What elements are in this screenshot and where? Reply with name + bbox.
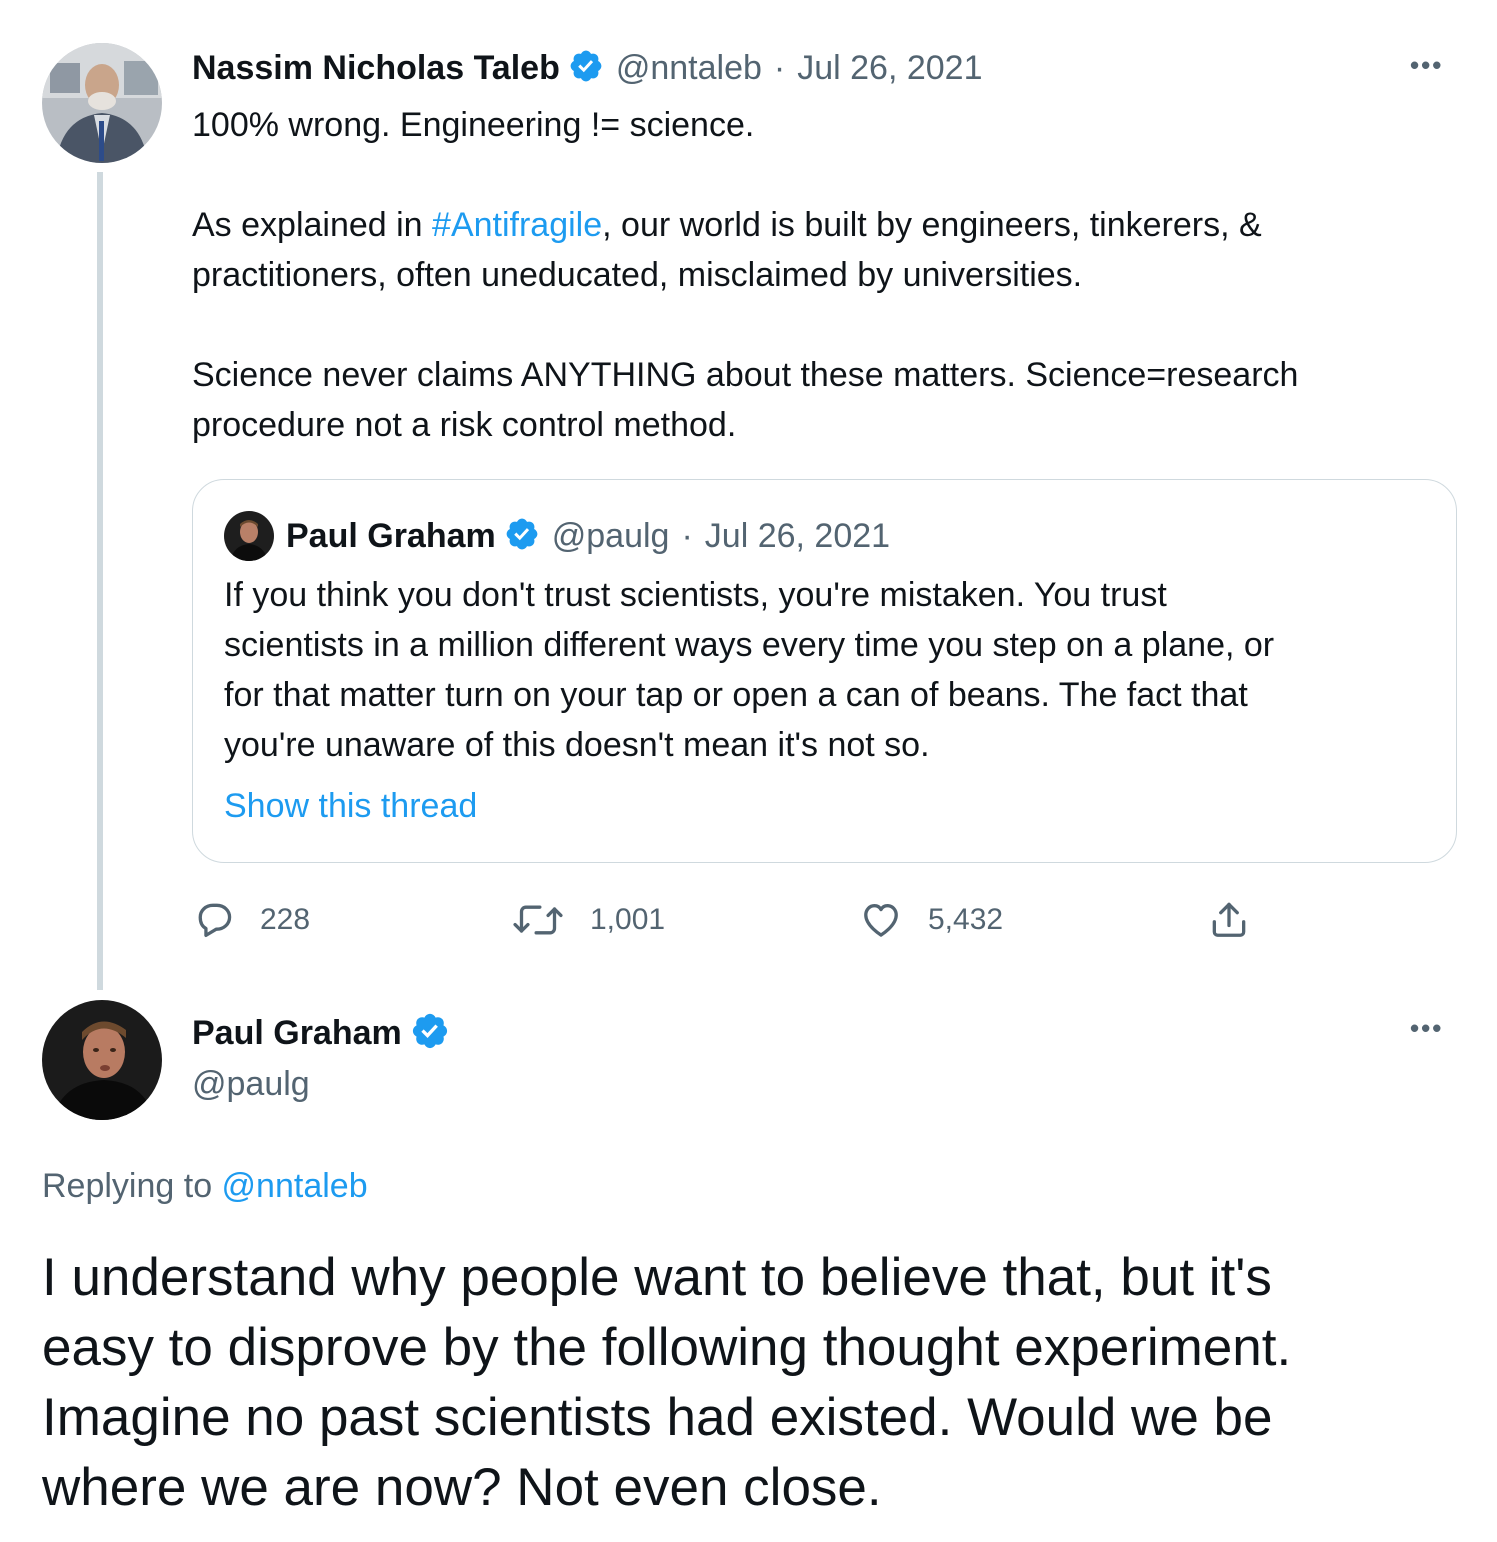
verified-badge-icon xyxy=(410,1011,450,1056)
heart-icon xyxy=(864,904,898,937)
quoted-text-line: scientists in a million different ways e… xyxy=(224,626,1275,664)
quoted-author-name: Paul Graham xyxy=(286,516,496,555)
retweet-button[interactable]: 1,001 xyxy=(510,897,665,943)
author-handle[interactable]: @nntaleb xyxy=(616,49,762,88)
reply-text-line: easy to disprove by the following though… xyxy=(42,1318,1292,1377)
more-dots-icon[interactable]: ••• xyxy=(1410,1013,1443,1044)
reply-text-line: Imagine no past scientists had existed. … xyxy=(42,1388,1273,1447)
more-dots-icon[interactable]: ••• xyxy=(1410,50,1443,81)
retweet-count: 1,001 xyxy=(590,903,666,936)
reply-count: 228 xyxy=(260,903,311,936)
reply-bubble-icon xyxy=(198,903,232,938)
tweet-text-line: practitioners, often uneducated, misclai… xyxy=(192,256,1083,294)
reply-author-handle[interactable]: @paulg xyxy=(192,1062,310,1106)
verified-badge-icon xyxy=(568,48,604,89)
reply-text-line: where we are now? Not even close. xyxy=(42,1458,882,1517)
tweet-text: 100% wrong. Engineering != science. As e… xyxy=(192,100,1442,450)
reply-author-name[interactable]: Paul Graham xyxy=(192,1014,402,1053)
quoted-tweet-date: Jul 26, 2021 xyxy=(704,516,891,555)
paulg-avatar[interactable] xyxy=(42,1000,162,1120)
replying-to: Replying to @nntaleb xyxy=(42,1163,368,1209)
separator-dot: · xyxy=(681,516,693,555)
reply-button[interactable]: 228 xyxy=(192,897,310,943)
tweet-text-line: procedure not a risk control method. xyxy=(192,406,737,444)
separator-dot: · xyxy=(773,48,786,87)
quoted-author-avatar xyxy=(224,511,274,561)
share-upload-icon xyxy=(1212,902,1246,937)
tweet-text-line: Science never claims ANYTHING about thes… xyxy=(192,356,1299,394)
thread-connector-line xyxy=(97,172,103,990)
verified-badge-icon xyxy=(504,516,540,557)
replying-to-handle-link[interactable]: @nntaleb xyxy=(222,1167,368,1205)
quoted-text-line: If you think you don't trust scientists,… xyxy=(224,576,1167,614)
share-button[interactable] xyxy=(1206,897,1276,943)
author-name[interactable]: Nassim Nicholas Taleb xyxy=(192,49,560,88)
quoted-text-line: you're unaware of this doesn't mean it's… xyxy=(224,726,930,764)
quoted-author-handle: @paulg xyxy=(551,516,670,555)
replying-to-label: Replying to xyxy=(42,1167,222,1205)
like-count: 5,432 xyxy=(928,903,1004,936)
quoted-tweet-header: Paul Graham @paulg · Jul 26, 2021 xyxy=(286,513,890,559)
show-thread-link[interactable]: Show this thread xyxy=(224,781,477,831)
quoted-tweet-text: If you think you don't trust scientists,… xyxy=(224,570,1434,770)
retweet-icon xyxy=(513,905,563,935)
reply-text-line: I understand why people want to believe … xyxy=(42,1248,1272,1307)
tweet-text-line: 100% wrong. Engineering != science. xyxy=(192,106,755,144)
reply-tweet-text: I understand why people want to believe … xyxy=(42,1243,1462,1523)
tweet-header: Nassim Nicholas Taleb @nntaleb · Jul 26,… xyxy=(192,46,983,90)
taleb-avatar[interactable] xyxy=(42,43,162,163)
tweet-text-line: As explained in #Antifragile, our world … xyxy=(192,206,1262,244)
quoted-text-line: for that matter turn on your tap or open… xyxy=(224,676,1248,714)
tweet-date[interactable]: Jul 26, 2021 xyxy=(797,49,982,88)
reply-author-header: Paul Graham xyxy=(192,1010,450,1056)
hashtag-link[interactable]: #Antifragile xyxy=(432,206,602,244)
like-button[interactable]: 5,432 xyxy=(858,897,1003,943)
